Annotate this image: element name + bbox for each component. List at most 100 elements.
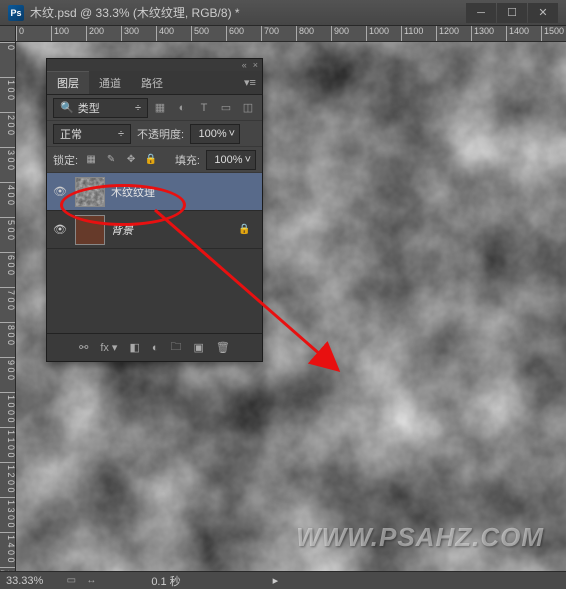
filter-shape-icon[interactable]: ▭	[218, 100, 234, 116]
filter-adjust-icon[interactable]: ◐	[174, 100, 190, 116]
ruler-tick: 100	[51, 26, 69, 42]
ruler-tick: 6 0 0	[0, 252, 16, 275]
ruler-tick: 1 3 0 0	[0, 497, 16, 528]
maximize-button[interactable]: ☐	[497, 3, 527, 23]
ruler-tick: 5 0 0	[0, 217, 16, 240]
filter-type-icon[interactable]: T	[196, 100, 212, 116]
ruler-tick: 400	[156, 26, 174, 42]
ruler-tick: 1 1 0 0	[0, 427, 16, 458]
ruler-tick: 7 0 0	[0, 287, 16, 310]
ruler-origin[interactable]	[0, 26, 16, 42]
blend-row: 正常 ÷ 不透明度: 100% ˅	[47, 121, 262, 147]
layer-filter-row: 🔍 类型 ÷ ▦ ◐ T ▭ ◫	[47, 95, 262, 121]
ruler-tick: 900	[331, 26, 349, 42]
ruler-tick: 1 0 0	[0, 77, 16, 100]
ruler-tick: 1000	[366, 26, 389, 42]
dropdown-icon: ÷	[135, 102, 141, 114]
tab-layers[interactable]: 图层	[47, 71, 89, 94]
status-arrow-icon[interactable]: ↔	[83, 574, 99, 588]
status-play-icon[interactable]: ▸	[273, 574, 279, 587]
ruler-tick: 2 0 0	[0, 112, 16, 135]
lock-icon: 🔒	[238, 224, 254, 235]
ruler-tick: 800	[296, 26, 314, 42]
ruler-tick: 1400	[506, 26, 529, 42]
lock-all-icon[interactable]: 🔒	[144, 153, 158, 167]
ruler-vertical[interactable]: 0 1 0 0 2 0 0 3 0 0 4 0 0 5 0 0 6 0 0 7 0 0 8 0 …	[0, 42, 16, 571]
ruler-tick: 1 0 0 0	[0, 392, 16, 423]
ruler-horizontal[interactable]: 0100200300400500600700800900100011001200…	[16, 26, 566, 42]
layer-name: 木纹纹理	[111, 184, 155, 200]
layer-filter-type[interactable]: 🔍 类型 ÷	[53, 98, 148, 118]
ruler-tick: 300	[121, 26, 139, 42]
lock-brush-icon[interactable]: ✎	[104, 153, 118, 167]
delete-layer-icon[interactable]: 🗑	[216, 341, 230, 354]
layer-item-background[interactable]: 👁 背景 🔒	[47, 211, 262, 249]
ruler-tick: 0	[16, 26, 24, 42]
group-icon[interactable]: 🗀	[171, 338, 182, 357]
layer-style-icon[interactable]: fx ▾	[100, 341, 117, 354]
app-icon: Ps	[8, 5, 24, 21]
ruler-tick: 200	[86, 26, 104, 42]
ruler-tick: 1300	[471, 26, 494, 42]
ruler-tick: 8 0 0	[0, 322, 16, 345]
minimize-button[interactable]: ─	[466, 3, 496, 23]
status-bar: 33.33% ▭ ↔ 0.1 秒 ▸	[0, 571, 566, 589]
layers-panel: « × 图层 通道 路径 ▾≡ 🔍 类型 ÷ ▦ ◐ T ▭ ◫ 正常 ÷ 不透…	[46, 58, 263, 362]
panel-collapse-icon[interactable]: «	[242, 60, 247, 70]
window-titlebar: Ps 木纹.psd @ 33.3% (木纹纹理, RGB/8) * ─ ☐ ✕	[0, 0, 566, 26]
visibility-toggle[interactable]: 👁	[51, 183, 69, 201]
filter-type-label: 类型	[78, 100, 135, 116]
new-layer-icon[interactable]: ▣	[194, 341, 204, 354]
fill-input[interactable]: 100% ˅	[206, 150, 256, 170]
lock-transparent-icon[interactable]: ▦	[84, 153, 98, 167]
layer-item-wood-texture[interactable]: 👁 木纹纹理	[47, 173, 262, 211]
search-icon: 🔍	[60, 101, 74, 114]
tab-channels[interactable]: 通道	[89, 71, 131, 94]
layer-panel-actions: ⚯ fx ▾ ◧ ◐ 🗀 ▣ 🗑	[47, 333, 262, 361]
window-controls: ─ ☐ ✕	[466, 3, 558, 23]
close-button[interactable]: ✕	[528, 3, 558, 23]
ruler-tick: 700	[261, 26, 279, 42]
fill-label: 填充:	[175, 152, 200, 168]
ruler-tick: 3 0 0	[0, 147, 16, 170]
ruler-tick: 1200	[436, 26, 459, 42]
watermark: WWW.PSAHZ.COM	[296, 522, 544, 553]
chevron-down-icon: ˅	[245, 154, 251, 166]
ruler-tick: 1500	[541, 26, 564, 42]
lock-position-icon[interactable]: ✥	[124, 153, 138, 167]
layer-mask-icon[interactable]: ◧	[129, 341, 139, 354]
layer-thumbnail[interactable]	[75, 177, 105, 207]
status-doc-icon[interactable]: ▭	[63, 574, 79, 588]
chevron-down-icon: ˅	[229, 128, 235, 140]
document-title: 木纹.psd @ 33.3% (木纹纹理, RGB/8) *	[30, 4, 240, 21]
dropdown-icon: ÷	[118, 128, 124, 140]
adjustment-layer-icon[interactable]: ◐	[152, 342, 159, 354]
lock-label: 锁定:	[53, 152, 78, 168]
ruler-tick: 1 4 0 0	[0, 532, 16, 563]
layer-name: 背景	[111, 222, 133, 238]
ruler-tick: 0	[0, 42, 16, 50]
blend-mode-select[interactable]: 正常 ÷	[53, 124, 131, 144]
opacity-label: 不透明度:	[137, 126, 184, 142]
status-time: 0.1 秒	[151, 573, 180, 589]
blend-mode-value: 正常	[60, 126, 82, 142]
opacity-value: 100%	[198, 128, 226, 140]
layer-thumbnail[interactable]	[75, 215, 105, 245]
opacity-input[interactable]: 100% ˅	[190, 124, 240, 144]
tab-paths[interactable]: 路径	[131, 71, 173, 94]
visibility-toggle[interactable]: 👁	[51, 221, 69, 239]
ruler-tick: 9 0 0	[0, 357, 16, 380]
ruler-tick: 1 2 0 0	[0, 462, 16, 493]
ruler-tick: 4 0 0	[0, 182, 16, 205]
layer-list: 👁 木纹纹理 👁 背景 🔒	[47, 173, 262, 333]
link-layers-icon[interactable]: ⚯	[79, 341, 88, 354]
panel-menu-button[interactable]: ▾≡	[238, 71, 262, 94]
zoom-level[interactable]: 33.33%	[6, 575, 43, 587]
filter-smart-icon[interactable]: ◫	[240, 100, 256, 116]
filter-pixel-icon[interactable]: ▦	[152, 100, 168, 116]
panel-close-icon[interactable]: ×	[253, 60, 258, 70]
lock-row: 锁定: ▦ ✎ ✥ 🔒 填充: 100% ˅	[47, 147, 262, 173]
fill-value: 100%	[214, 154, 242, 166]
ruler-tick: 500	[191, 26, 209, 42]
ruler-tick: 1100	[401, 26, 423, 42]
